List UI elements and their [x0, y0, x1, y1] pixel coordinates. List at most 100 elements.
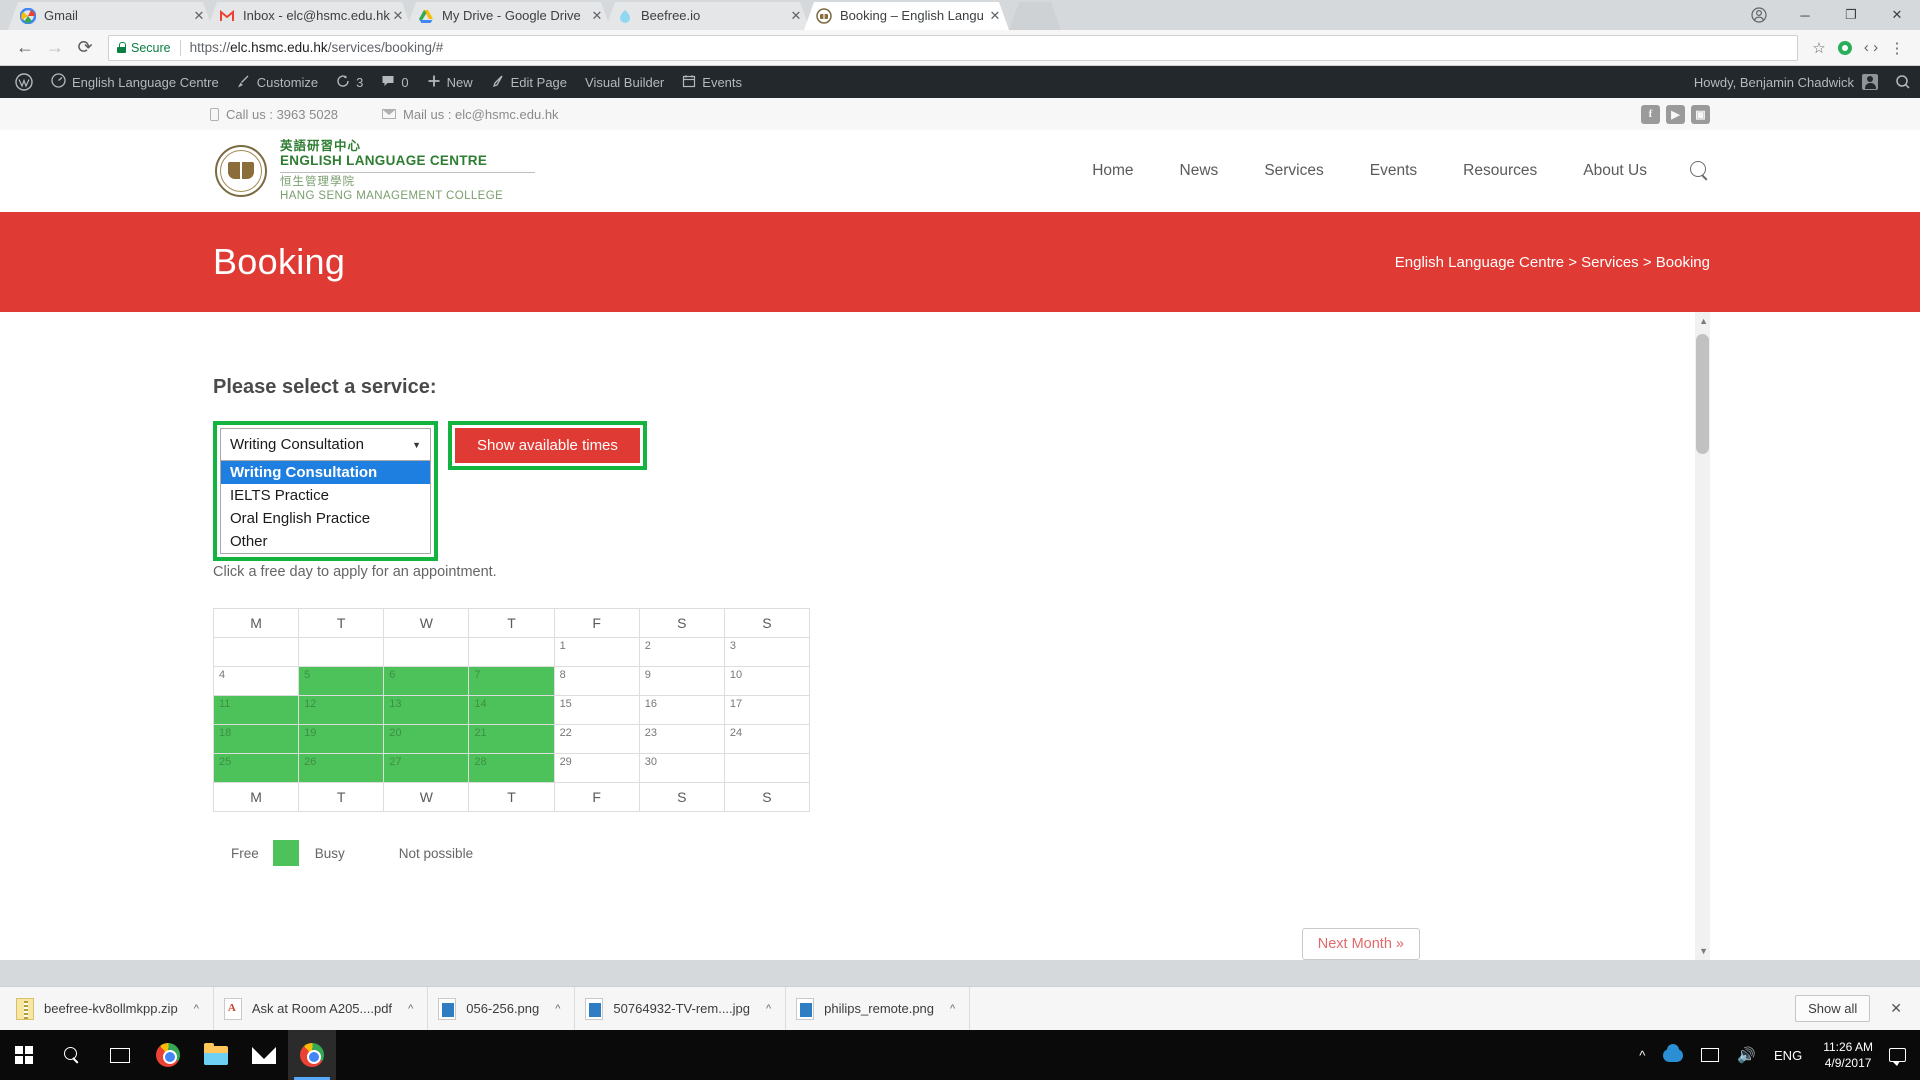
extension-icon[interactable]: [1832, 35, 1858, 61]
maximize-button[interactable]: ❐: [1828, 0, 1874, 30]
instagram-icon[interactable]: ▣: [1691, 104, 1710, 124]
download-item-philips[interactable]: philips_remote.png ^: [786, 986, 971, 1031]
service-select-highlight: Writing Consultation ▼ Writing Consultat…: [213, 421, 438, 561]
taskbar-chrome-pinned[interactable]: [144, 1030, 192, 1080]
calendar-day-cell[interactable]: 1: [553, 637, 640, 667]
search-icon[interactable]: [1690, 160, 1710, 181]
wordpress-logo-icon[interactable]: [6, 66, 42, 98]
taskbar-chrome-active[interactable]: [288, 1030, 336, 1080]
service-option-ielts-practice[interactable]: IELTS Practice: [221, 484, 430, 507]
close-window-button[interactable]: ✕: [1874, 0, 1920, 30]
browser-tab-beefree[interactable]: Beefree.io ✕: [605, 2, 810, 30]
calendar-day-cell[interactable]: 10: [723, 666, 811, 696]
download-item-zip[interactable]: beefree-kv8ollmkpp.zip ^: [6, 986, 214, 1031]
calendar-day-cell[interactable]: 17: [723, 695, 811, 725]
page-scrollbar[interactable]: ▲ ▼: [1695, 312, 1710, 960]
nav-item-about-us[interactable]: About Us: [1560, 162, 1670, 180]
taskbar-file-explorer[interactable]: [192, 1030, 240, 1080]
admin-bar-item-customize[interactable]: Customize: [228, 66, 327, 98]
start-button[interactable]: [0, 1030, 48, 1080]
scroll-up-icon[interactable]: ▲: [1699, 316, 1708, 326]
forward-button[interactable]: →: [40, 33, 70, 63]
calendar-day-cell[interactable]: 3: [723, 637, 811, 667]
calendar-day-cell[interactable]: 2: [638, 637, 725, 667]
new-tab-button[interactable]: [1009, 2, 1061, 30]
network-icon[interactable]: [1692, 1030, 1728, 1080]
calendar-day-cell[interactable]: 24: [723, 724, 811, 754]
task-view-button[interactable]: [96, 1030, 144, 1080]
reload-button[interactable]: ⟳: [70, 33, 100, 63]
close-icon[interactable]: ✕: [987, 8, 1003, 24]
youtube-icon[interactable]: ▶: [1666, 104, 1685, 124]
clock[interactable]: 11:26 AM 4/9/2017: [1811, 1039, 1885, 1071]
service-option-oral-english-practice[interactable]: Oral English Practice: [221, 507, 430, 530]
language-indicator[interactable]: ENG: [1765, 1030, 1811, 1080]
scrollbar-thumb[interactable]: [1696, 334, 1709, 454]
profile-icon[interactable]: [1736, 0, 1782, 30]
calendar-day-cell[interactable]: 4: [212, 666, 300, 696]
admin-bar-item-new[interactable]: New: [418, 66, 482, 98]
chevron-up-icon[interactable]: ^: [194, 1003, 199, 1015]
extension-puzzle-icon[interactable]: ‹ ›: [1858, 35, 1884, 61]
calendar-day-cell[interactable]: 30: [638, 753, 725, 783]
nav-item-news[interactable]: News: [1157, 162, 1242, 180]
minimize-button[interactable]: ─: [1782, 0, 1828, 30]
admin-bar-item-updates[interactable]: 3: [327, 66, 372, 98]
onedrive-icon[interactable]: [1654, 1030, 1692, 1080]
chevron-up-icon[interactable]: ^: [766, 1003, 771, 1015]
service-option-other[interactable]: Other: [221, 530, 430, 553]
calendar-day-cell[interactable]: 9: [638, 666, 725, 696]
action-center-icon[interactable]: [1889, 1048, 1906, 1066]
volume-icon[interactable]: 🔊: [1728, 1030, 1765, 1080]
admin-bar-account[interactable]: Howdy, Benjamin Chadwick: [1694, 74, 1886, 90]
download-item-jpg[interactable]: 50764932-TV-rem....jpg ^: [575, 986, 787, 1031]
nav-item-services[interactable]: Services: [1241, 162, 1346, 180]
close-icon[interactable]: ✕: [788, 8, 804, 24]
calendar-day-cell[interactable]: 22: [553, 724, 640, 754]
admin-bar-item-events[interactable]: Events: [673, 66, 751, 98]
nav-item-events[interactable]: Events: [1347, 162, 1440, 180]
google-drive-icon: [418, 8, 434, 24]
admin-bar-item-site-name[interactable]: English Language Centre: [42, 66, 228, 98]
admin-bar-item-visual-builder[interactable]: Visual Builder: [576, 66, 673, 98]
site-logo[interactable]: 英語研習中心 ENGLISH LANGUAGE CENTRE 恒生管理學院 HA…: [215, 139, 535, 204]
browser-tab-booking[interactable]: Booking – English Langu ✕: [804, 2, 1009, 30]
calendar-day-cell[interactable]: 15: [553, 695, 640, 725]
chrome-menu-icon[interactable]: ⋮: [1884, 35, 1910, 61]
bookmark-star-icon[interactable]: ☆: [1806, 35, 1832, 61]
close-icon[interactable]: ✕: [589, 8, 605, 24]
admin-bar-item-edit-page[interactable]: Edit Page: [482, 66, 576, 98]
nav-item-home[interactable]: Home: [1069, 162, 1156, 180]
service-select[interactable]: Writing Consultation ▼: [220, 428, 431, 461]
taskbar-search-button[interactable]: [48, 1030, 96, 1080]
chevron-up-icon[interactable]: ^: [950, 1003, 955, 1015]
next-month-button[interactable]: Next Month »: [1301, 928, 1420, 960]
calendar-day-cell[interactable]: 29: [553, 753, 640, 783]
show-all-downloads-button[interactable]: Show all: [1795, 995, 1871, 1022]
calendar-day-cell[interactable]: 8: [553, 666, 640, 696]
download-item-pdf[interactable]: Ask at Room A205....pdf ^: [214, 986, 429, 1031]
admin-bar-search-icon[interactable]: [1886, 66, 1920, 98]
address-bar[interactable]: Secure https://elc.hsmc.edu.hk/services/…: [108, 34, 1798, 61]
admin-bar-item-comments[interactable]: 0: [372, 66, 417, 98]
browser-tab-inbox[interactable]: Inbox - elc@hsmc.edu.hk ✕: [207, 2, 412, 30]
close-icon[interactable]: ✕: [191, 8, 207, 24]
facebook-icon[interactable]: f: [1641, 104, 1660, 124]
chevron-up-icon[interactable]: ^: [555, 1003, 560, 1015]
show-available-times-button[interactable]: Show available times: [455, 428, 640, 463]
tray-expand-icon[interactable]: ^: [1630, 1030, 1654, 1080]
download-item-png-056[interactable]: 056-256.png ^: [428, 986, 576, 1031]
service-option-writing-consultation[interactable]: Writing Consultation: [221, 461, 430, 484]
taskbar-mail[interactable]: [240, 1030, 288, 1080]
scroll-down-icon[interactable]: ▼: [1699, 946, 1708, 956]
nav-item-resources[interactable]: Resources: [1440, 162, 1560, 180]
browser-tab-gmail[interactable]: Gmail ✕: [8, 2, 213, 30]
chrome-icon: [300, 1043, 324, 1067]
close-icon[interactable]: ✕: [390, 8, 406, 24]
back-button[interactable]: ←: [10, 33, 40, 63]
browser-tab-my-drive[interactable]: My Drive - Google Drive ✕: [406, 2, 611, 30]
calendar-day-cell[interactable]: 16: [638, 695, 725, 725]
calendar-day-cell[interactable]: 23: [638, 724, 725, 754]
close-shelf-icon[interactable]: ✕: [1884, 1000, 1908, 1017]
chevron-up-icon[interactable]: ^: [408, 1003, 413, 1015]
